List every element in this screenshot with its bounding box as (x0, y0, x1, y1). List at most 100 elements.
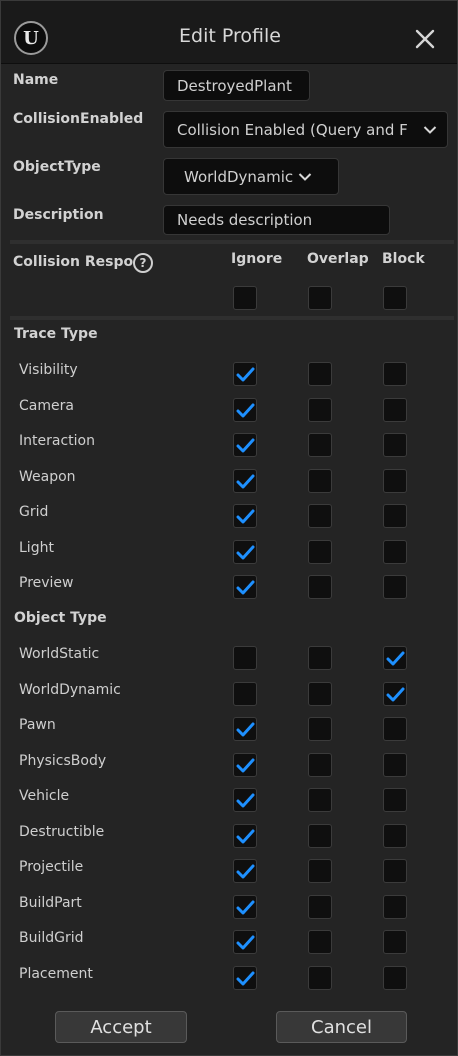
object-row-label-projectile: Projectile (19, 859, 84, 875)
trace-camera-ignore-checkbox[interactable] (233, 398, 257, 422)
object-worldstatic-ignore-checkbox[interactable] (233, 646, 257, 670)
object-projectile-overlap-checkbox[interactable] (308, 859, 332, 883)
object-pawn-block-checkbox[interactable] (383, 717, 407, 741)
object-type-dropdown[interactable]: WorldDynamic (163, 158, 339, 195)
trace-interaction-block-checkbox[interactable] (383, 433, 407, 457)
all-channels-block-checkbox[interactable] (383, 286, 407, 310)
object-worlddynamic-ignore-checkbox[interactable] (233, 682, 257, 706)
object-row-label-worlddynamic: WorldDynamic (19, 682, 121, 698)
trace-row-label-interaction: Interaction (19, 433, 95, 449)
all-channels-overlap-checkbox[interactable] (308, 286, 332, 310)
object-placement-block-checkbox[interactable] (383, 966, 407, 990)
trace-preview-ignore-checkbox[interactable] (233, 575, 257, 599)
object-row-label-worldstatic: WorldStatic (19, 646, 100, 662)
description-field[interactable]: Needs description (163, 205, 390, 235)
object-buildgrid-overlap-checkbox[interactable] (308, 930, 332, 954)
object-worldstatic-overlap-checkbox[interactable] (308, 646, 332, 670)
trace-row-label-light: Light (19, 540, 54, 556)
trace-interaction-ignore-checkbox[interactable] (233, 433, 257, 457)
object-physicsbody-block-checkbox[interactable] (383, 753, 407, 777)
object-destructible-overlap-checkbox[interactable] (308, 824, 332, 848)
collision-enabled-label: CollisionEnabled (13, 111, 144, 127)
object-physicsbody-ignore-checkbox[interactable] (233, 753, 257, 777)
accept-button[interactable]: Accept (55, 1011, 187, 1043)
trace-row-label-grid: Grid (19, 504, 49, 520)
object-row-label-buildpart: BuildPart (19, 895, 82, 911)
object-pawn-ignore-checkbox[interactable] (233, 717, 257, 741)
object-buildgrid-ignore-checkbox[interactable] (233, 930, 257, 954)
object-row-label-pawn: Pawn (19, 717, 56, 733)
trace-weapon-block-checkbox[interactable] (383, 469, 407, 493)
object-vehicle-overlap-checkbox[interactable] (308, 788, 332, 812)
all-channels-ignore-checkbox[interactable] (233, 286, 257, 310)
dialog-title: Edit Profile (179, 25, 281, 47)
object-projectile-block-checkbox[interactable] (383, 859, 407, 883)
object-row-label-buildgrid: BuildGrid (19, 930, 84, 946)
trace-grid-block-checkbox[interactable] (383, 504, 407, 528)
object-type-heading: Object Type (14, 610, 107, 626)
object-pawn-overlap-checkbox[interactable] (308, 717, 332, 741)
trace-type-heading: Trace Type (14, 326, 98, 342)
object-row-label-vehicle: Vehicle (19, 788, 70, 804)
column-header-block: Block (382, 251, 425, 267)
close-icon[interactable] (411, 25, 439, 53)
object-placement-ignore-checkbox[interactable] (233, 966, 257, 990)
collision-response-label: Collision Respo (13, 254, 134, 270)
collision-enabled-value: Collision Enabled (Query and F (177, 120, 408, 139)
trace-visibility-overlap-checkbox[interactable] (308, 362, 332, 386)
trace-preview-block-checkbox[interactable] (383, 575, 407, 599)
cancel-button[interactable]: Cancel (276, 1011, 407, 1043)
section-divider (10, 316, 454, 320)
object-destructible-ignore-checkbox[interactable] (233, 824, 257, 848)
object-row-label-placement: Placement (19, 966, 93, 982)
help-icon[interactable]: ? (133, 253, 153, 273)
object-worldstatic-block-checkbox[interactable] (383, 646, 407, 670)
trace-row-label-weapon: Weapon (19, 469, 76, 485)
name-value: DestroyedPlant (177, 76, 292, 95)
object-worlddynamic-overlap-checkbox[interactable] (308, 682, 332, 706)
trace-visibility-ignore-checkbox[interactable] (233, 362, 257, 386)
trace-grid-ignore-checkbox[interactable] (233, 504, 257, 528)
trace-row-label-visibility: Visibility (19, 362, 78, 378)
trace-weapon-ignore-checkbox[interactable] (233, 469, 257, 493)
column-header-overlap: Overlap (307, 251, 369, 267)
object-row-label-destructible: Destructible (19, 824, 105, 840)
object-vehicle-ignore-checkbox[interactable] (233, 788, 257, 812)
trace-weapon-overlap-checkbox[interactable] (308, 469, 332, 493)
chevron-down-icon (298, 172, 312, 181)
trace-camera-block-checkbox[interactable] (383, 398, 407, 422)
object-type-label: ObjectType (13, 159, 101, 175)
edit-profile-dialog: U Edit Profile Name DestroyedPlant Colli… (0, 0, 458, 1056)
collision-enabled-dropdown[interactable]: Collision Enabled (Query and F (163, 111, 448, 148)
chevron-down-icon (423, 125, 437, 134)
object-buildpart-ignore-checkbox[interactable] (233, 895, 257, 919)
trace-light-ignore-checkbox[interactable] (233, 540, 257, 564)
trace-grid-overlap-checkbox[interactable] (308, 504, 332, 528)
trace-light-overlap-checkbox[interactable] (308, 540, 332, 564)
trace-row-label-preview: Preview (19, 575, 74, 591)
description-value: Needs description (177, 211, 313, 229)
description-label: Description (13, 207, 104, 223)
column-header-ignore: Ignore (231, 251, 283, 267)
trace-interaction-overlap-checkbox[interactable] (308, 433, 332, 457)
object-worlddynamic-block-checkbox[interactable] (383, 682, 407, 706)
object-vehicle-block-checkbox[interactable] (383, 788, 407, 812)
object-destructible-block-checkbox[interactable] (383, 824, 407, 848)
trace-camera-overlap-checkbox[interactable] (308, 398, 332, 422)
section-divider (10, 240, 454, 244)
object-buildgrid-block-checkbox[interactable] (383, 930, 407, 954)
object-type-value: WorldDynamic (184, 167, 294, 186)
title-bar: U Edit Profile (1, 1, 457, 64)
name-field[interactable]: DestroyedPlant (163, 70, 310, 101)
object-buildpart-block-checkbox[interactable] (383, 895, 407, 919)
trace-row-label-camera: Camera (19, 398, 74, 414)
name-label: Name (13, 72, 59, 88)
object-buildpart-overlap-checkbox[interactable] (308, 895, 332, 919)
trace-preview-overlap-checkbox[interactable] (308, 575, 332, 599)
trace-visibility-block-checkbox[interactable] (383, 362, 407, 386)
trace-light-block-checkbox[interactable] (383, 540, 407, 564)
object-placement-overlap-checkbox[interactable] (308, 966, 332, 990)
object-physicsbody-overlap-checkbox[interactable] (308, 753, 332, 777)
object-row-label-physicsbody: PhysicsBody (19, 753, 107, 769)
object-projectile-ignore-checkbox[interactable] (233, 859, 257, 883)
